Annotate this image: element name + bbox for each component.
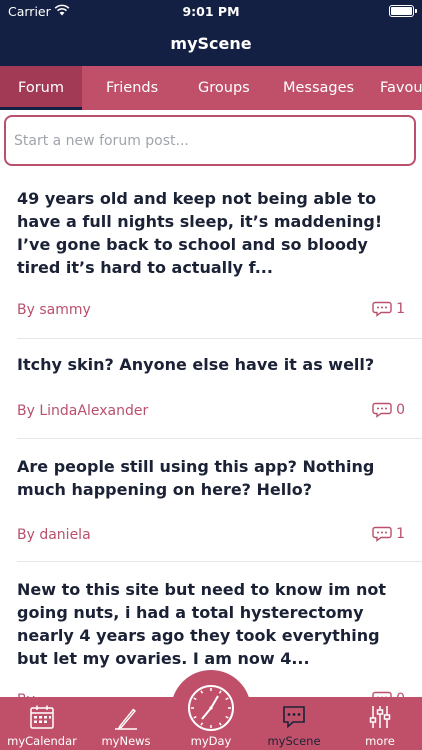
tab-more[interactable]: more (338, 697, 422, 750)
tab-label: myNews (101, 734, 151, 748)
tab-favourites[interactable]: Favou (380, 66, 422, 110)
forum-post[interactable]: Are people still using this app? Nothing… (17, 455, 422, 543)
comment-count: 0 (372, 402, 405, 418)
tab-label: more (365, 734, 395, 748)
tab-my-calendar[interactable]: myCalendar (0, 697, 84, 750)
divider (17, 438, 422, 439)
comment-count: 1 (372, 301, 405, 317)
forum-post[interactable]: New to this site but need to know im not… (17, 578, 422, 708)
tab-groups[interactable]: Groups (198, 66, 250, 110)
post-title: Are people still using this app? Nothing… (17, 457, 375, 499)
forum-post[interactable]: Itchy skin? Anyone else have it as well?… (17, 353, 422, 419)
divider (17, 561, 422, 562)
forum-post[interactable]: 49 years old and keep not being able to … (17, 187, 422, 318)
status-bar: Carrier 9:01 PM (0, 0, 422, 22)
tab-friends[interactable]: Friends (106, 66, 158, 110)
chat-icon (283, 706, 305, 729)
battery-icon (389, 5, 417, 17)
clock-icon (188, 685, 234, 731)
tab-label-my-day: myDay (190, 734, 232, 748)
clock-time: 9:01 PM (182, 4, 240, 19)
tab-messages[interactable]: Messages (283, 66, 354, 110)
tab-my-scene[interactable]: myScene (252, 697, 336, 750)
tab-forum[interactable]: Forum (0, 66, 82, 110)
sliders-icon (369, 706, 391, 728)
tab-my-news[interactable]: myNews (84, 697, 168, 750)
pencil-icon (115, 708, 137, 730)
comment-icon (372, 301, 392, 317)
post-title: Itchy skin? Anyone else have it as well? (17, 355, 375, 374)
post-author: By LindaAlexander (17, 403, 149, 419)
page-title: myScene (170, 34, 252, 53)
comment-count-value: 1 (396, 526, 405, 542)
new-forum-post-input[interactable] (4, 115, 416, 166)
tab-label: myCalendar (7, 734, 77, 748)
comment-icon (372, 526, 392, 542)
post-author: By sammy (17, 302, 91, 318)
post-title: 49 years old and keep not being able to … (17, 189, 383, 277)
scene-tabs: Forum Friends Groups Messages Favou (0, 66, 422, 110)
calendar-icon (30, 705, 54, 729)
divider (17, 338, 422, 339)
comment-count-value: 0 (396, 402, 405, 418)
comment-count: 1 (372, 526, 405, 542)
tab-label: myScene (267, 734, 321, 748)
post-title: New to this site but need to know im not… (17, 580, 387, 668)
comment-count-value: 1 (396, 301, 405, 317)
post-author: By daniela (17, 527, 91, 543)
app-header: Carrier 9:01 PM myScene (0, 0, 422, 66)
comment-icon (372, 402, 392, 418)
